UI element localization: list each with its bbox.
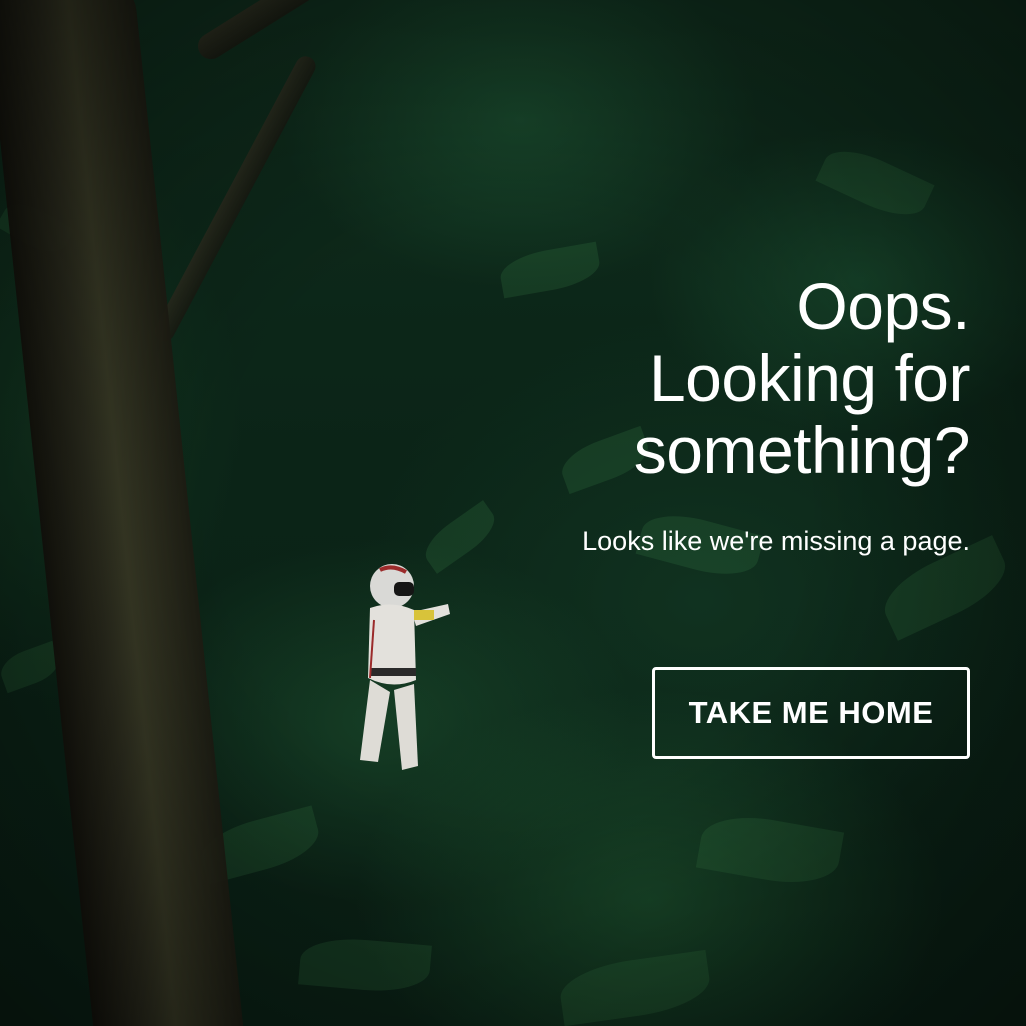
headline-line: Looking for xyxy=(648,341,971,415)
headline-line: Oops. xyxy=(796,269,970,343)
headline-line: something? xyxy=(633,413,971,487)
page-headline: Oops. Looking for something? xyxy=(450,269,971,487)
page-subtext: Looks like we're missing a page. xyxy=(582,526,970,556)
not-found-page: Oops. Looking for something? Looks like … xyxy=(0,0,1026,1026)
error-message-block: Oops. Looking for something? Looks like … xyxy=(450,270,970,558)
take-me-home-button[interactable]: TAKE ME HOME xyxy=(652,667,970,759)
